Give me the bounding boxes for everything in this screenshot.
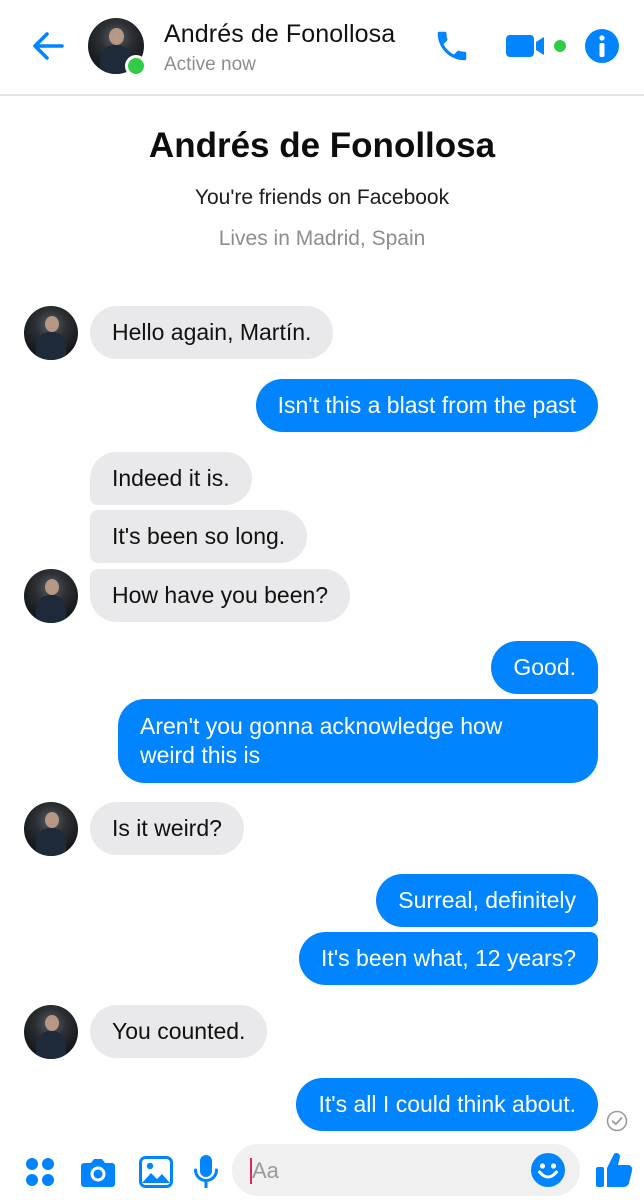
incoming-message[interactable]: How have you been? — [90, 569, 351, 622]
message-text: How have you been? — [112, 582, 329, 608]
info-icon — [585, 29, 619, 63]
outgoing-message[interactable]: Surreal, definitely — [376, 874, 598, 927]
four-dots-icon — [26, 1158, 54, 1186]
contact-avatar[interactable] — [88, 18, 147, 77]
back-button[interactable] — [26, 26, 70, 66]
check-circle-icon — [606, 1110, 628, 1132]
message-field[interactable] — [232, 1144, 580, 1196]
video-call-button[interactable] — [504, 24, 570, 68]
message-text: Is it weird? — [112, 815, 222, 841]
emoji-button[interactable] — [530, 1152, 566, 1188]
apps-button[interactable] — [20, 1154, 60, 1190]
sender-avatar[interactable] — [24, 802, 78, 856]
sender-avatar[interactable] — [24, 306, 78, 360]
message-text: You counted. — [112, 1018, 246, 1044]
incoming-message[interactable]: It's been so long. — [90, 510, 308, 563]
outgoing-message[interactable]: It's been what, 12 years? — [299, 932, 598, 985]
outgoing-message[interactable]: Aren't you gonna acknowledge how weird t… — [118, 699, 598, 783]
avatar-image — [24, 802, 78, 856]
incoming-message[interactable]: Is it weird? — [90, 802, 244, 855]
message-text: Good. — [513, 654, 576, 680]
message-text: Hello again, Martín. — [112, 319, 312, 345]
video-camera-icon — [506, 35, 566, 57]
info-button[interactable] — [582, 24, 622, 68]
message-text: It's been what, 12 years? — [321, 945, 576, 971]
message-text: Aren't you gonna acknowledge how — [140, 713, 503, 739]
chat-header: Andrés de Fonollosa Active now — [0, 0, 644, 96]
contact-name[interactable]: Andrés de Fonollosa — [164, 20, 395, 49]
gallery-button[interactable] — [136, 1154, 176, 1190]
thumbs-up-icon — [596, 1153, 633, 1187]
online-indicator — [125, 55, 147, 77]
presence-status: Active now — [164, 54, 256, 75]
message-text: Indeed it is. — [112, 465, 230, 491]
profile-location: Lives in Madrid, Spain — [218, 227, 426, 250]
message-text: Surreal, definitely — [398, 887, 576, 913]
voice-message-button[interactable] — [188, 1154, 224, 1190]
like-button[interactable] — [592, 1148, 636, 1192]
message-composer — [0, 1140, 644, 1200]
profile-name: Andrés de Fonollosa — [148, 126, 496, 165]
avatar-image — [24, 306, 78, 360]
microphone-icon — [194, 1155, 218, 1188]
incoming-message[interactable]: Indeed it is. — [90, 452, 252, 505]
message-input[interactable] — [250, 1154, 524, 1188]
message-text: It's been so long. — [112, 523, 286, 549]
message-text-line-2: weird this is — [140, 742, 261, 768]
camera-icon — [81, 1159, 115, 1187]
sender-avatar[interactable] — [24, 569, 78, 623]
image-icon — [139, 1156, 173, 1188]
incoming-message[interactable]: Hello again, Martín. — [90, 306, 334, 359]
phone-icon — [437, 31, 467, 61]
incoming-message[interactable]: You counted. — [90, 1005, 268, 1058]
chat-screen: Andrés de Fonollosa Active now Andrés de… — [0, 0, 644, 1200]
camera-button[interactable] — [78, 1154, 118, 1190]
voice-call-button[interactable] — [430, 24, 474, 68]
avatar-image — [24, 569, 78, 623]
arrow-left-icon — [33, 32, 64, 60]
message-text: It's all I could think about. — [318, 1091, 576, 1117]
outgoing-message[interactable]: Good. — [491, 641, 598, 694]
outgoing-message[interactable]: Isn't this a blast from the past — [255, 379, 598, 432]
smiley-icon — [531, 1153, 565, 1187]
outgoing-message[interactable]: It's all I could think about. — [296, 1078, 598, 1131]
message-text: Isn't this a blast from the past — [277, 392, 576, 418]
friendship-status: You're friends on Facebook — [194, 186, 450, 209]
sender-avatar[interactable] — [24, 1005, 78, 1059]
avatar-image — [24, 1005, 78, 1059]
